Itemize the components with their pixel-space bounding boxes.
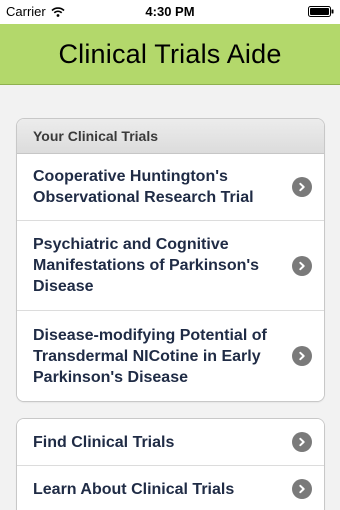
navigation-links-group: Find Clinical Trials Learn About Clinica… (16, 418, 325, 510)
app-screen: Carrier 4:30 PM Clinical Trials Aide You… (0, 0, 340, 510)
trial-row[interactable]: Disease-modifying Potential of Transderm… (17, 311, 324, 401)
your-clinical-trials-header: Your Clinical Trials (17, 119, 324, 154)
chevron-right-icon (292, 255, 312, 276)
learn-about-clinical-trials-label: Learn About Clinical Trials (33, 480, 235, 498)
app-header: Clinical Trials Aide (0, 24, 340, 85)
trial-row-label: Psychiatric and Cognitive Manifestations… (33, 236, 260, 295)
app-title: Clinical Trials Aide (58, 38, 282, 69)
chevron-right-icon (292, 432, 312, 452)
status-bar: Carrier 4:30 PM (0, 0, 340, 24)
trial-row-label: Disease-modifying Potential of Transderm… (33, 326, 267, 386)
chevron-right-icon (292, 346, 312, 366)
trial-row[interactable]: Cooperative Huntington's Observational R… (17, 154, 324, 221)
your-clinical-trials-group: Your Clinical Trials Cooperative Hunting… (16, 118, 325, 402)
battery-icon (308, 6, 334, 17)
find-clinical-trials-label: Find Clinical Trials (33, 433, 175, 451)
status-time: 4:30 PM (145, 4, 195, 19)
trial-row[interactable]: Psychiatric and Cognitive Manifestations… (17, 221, 324, 311)
find-clinical-trials-row[interactable]: Find Clinical Trials (17, 419, 324, 466)
chevron-right-icon (292, 479, 312, 499)
learn-about-clinical-trials-row[interactable]: Learn About Clinical Trials (17, 466, 324, 510)
chevron-right-icon (292, 177, 312, 197)
trial-row-label: Cooperative Huntington's Observational R… (33, 168, 254, 206)
